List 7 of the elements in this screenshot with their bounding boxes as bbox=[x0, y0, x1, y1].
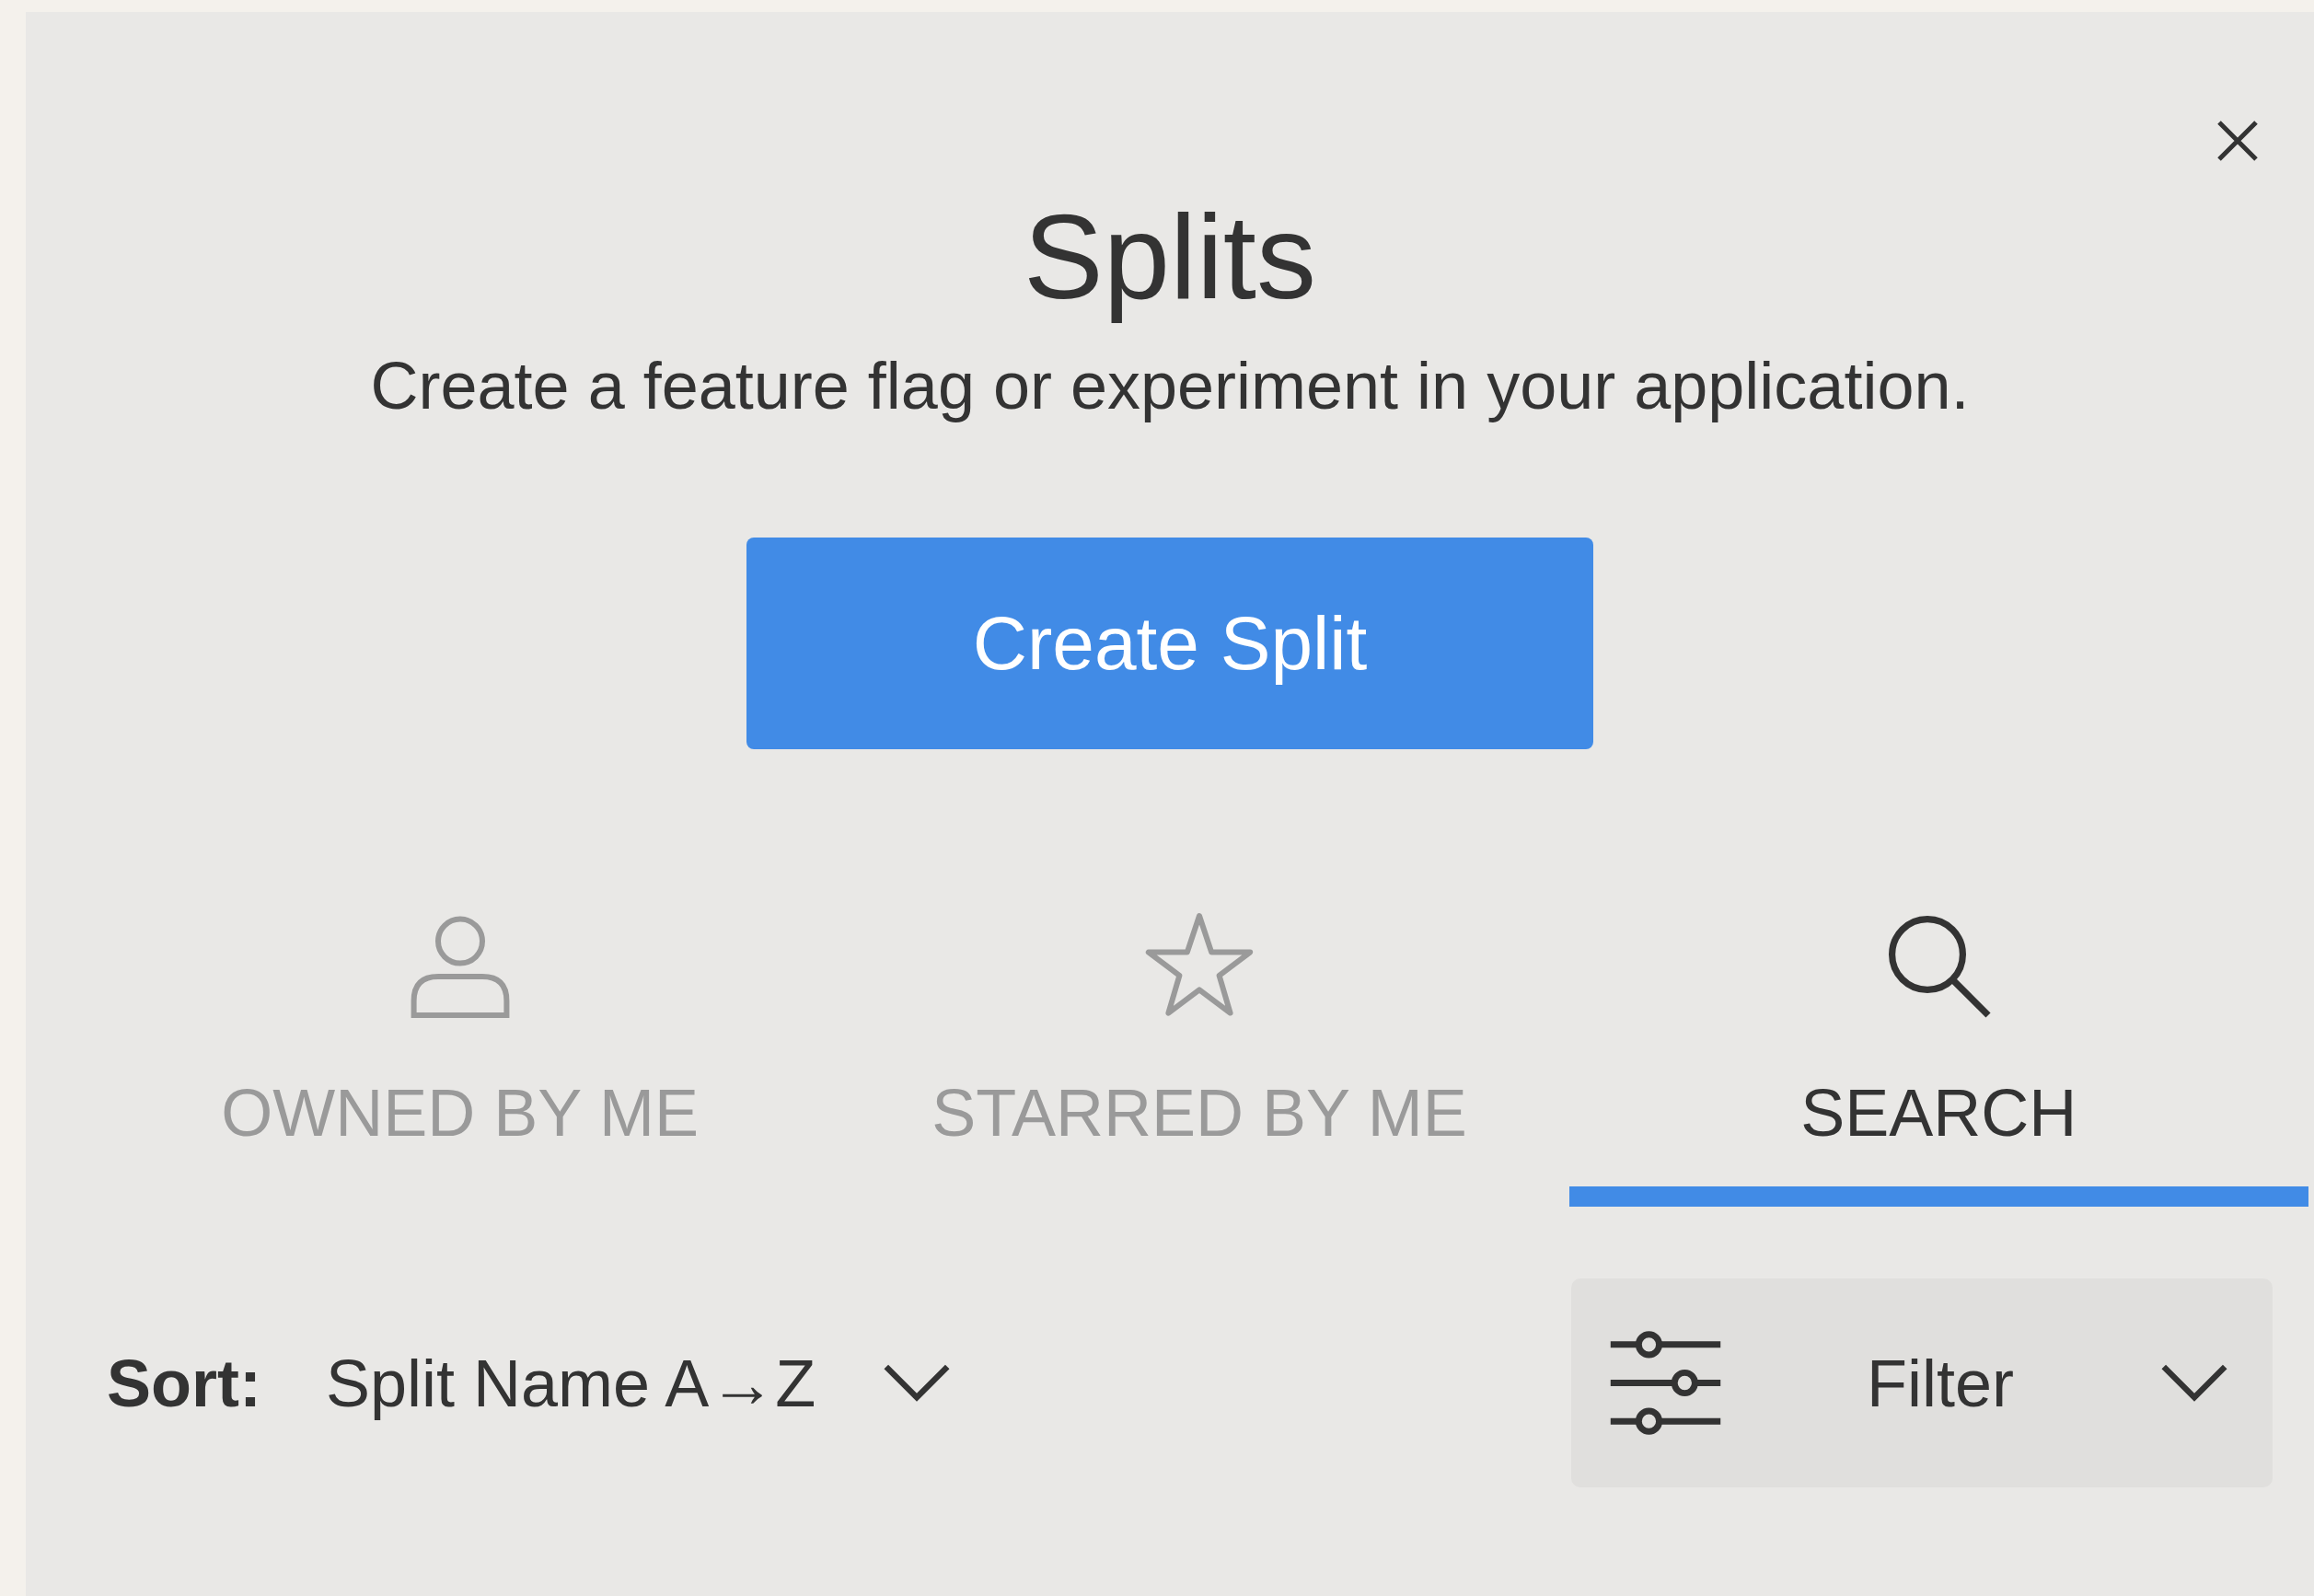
panel-subtitle: Create a feature flag or experiment in your application. bbox=[369, 348, 1971, 424]
sort-dropdown[interactable]: Split Name A→Z bbox=[326, 1345, 955, 1421]
tab[interactable]: SEARCH bbox=[1568, 910, 2308, 1207]
sliders-icon bbox=[1608, 1330, 1723, 1436]
panel-title: Splits bbox=[1023, 189, 1317, 326]
sort-label: Sort: bbox=[107, 1345, 261, 1421]
filter-dropdown[interactable]: Filter bbox=[1571, 1278, 2273, 1487]
